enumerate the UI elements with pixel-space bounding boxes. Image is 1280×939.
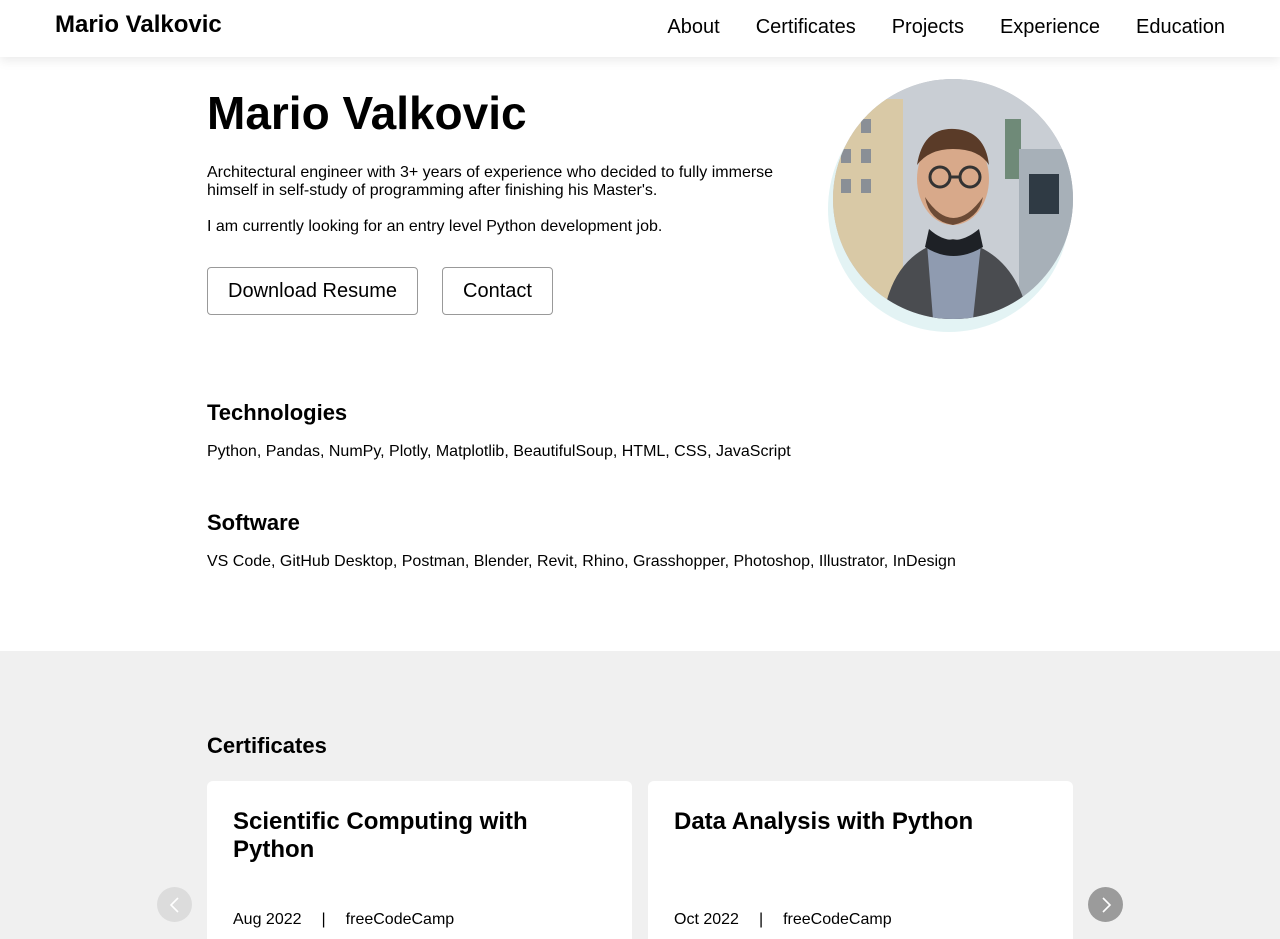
certificate-separator: |	[321, 911, 326, 928]
hero-goal: I am currently looking for an entry leve…	[207, 218, 663, 235]
nav-link-certificates[interactable]: Certificates	[756, 16, 856, 39]
brand-logo[interactable]: Mario Valkovic	[55, 11, 222, 39]
certificate-card[interactable]: Scientific Computing with Python Aug 202…	[207, 781, 632, 939]
nav-link-education[interactable]: Education	[1136, 16, 1225, 39]
chevron-left-icon	[169, 896, 179, 913]
certificate-date: Aug 2022	[233, 911, 302, 928]
nav-link-projects[interactable]: Projects	[892, 16, 964, 39]
certificate-separator: |	[758, 911, 764, 928]
carousel-next-button[interactable]	[1088, 887, 1123, 922]
certificate-title: Data Analysis with Python	[674, 808, 974, 835]
contact-button[interactable]: Contact	[442, 267, 553, 315]
profile-photo-frame	[828, 78, 1074, 332]
profile-photo	[833, 79, 1073, 319]
certificates-section: Certificates Scientific Computing with P…	[0, 651, 1280, 939]
certificate-date: Oct 2022	[674, 911, 739, 928]
hero-intro: Architectural engineer with 3+ years of …	[207, 164, 774, 199]
nav-links: About Certificates Projects Experience E…	[667, 16, 1225, 39]
certificate-card[interactable]: Data Analysis with Python Oct 2022 | fre…	[648, 781, 1073, 939]
download-resume-button[interactable]: Download Resume	[207, 267, 418, 315]
technologies-heading: Technologies	[207, 400, 348, 425]
software-heading: Software	[207, 510, 300, 535]
carousel-prev-button[interactable]	[157, 887, 192, 922]
software-list: VS Code, GitHub Desktop, Postman, Blende…	[207, 553, 956, 570]
certificates-heading: Certificates	[207, 733, 327, 758]
nav-link-about[interactable]: About	[667, 16, 719, 39]
hero-title: Mario Valkovic	[207, 87, 527, 139]
profile-photo-illustration	[833, 79, 1073, 319]
technologies-list: Python, Pandas, NumPy, Plotly, Matplotli…	[207, 443, 791, 460]
certificate-meta: Oct 2022 | freeCodeCamp	[674, 911, 892, 929]
certificate-issuer: freeCodeCamp	[783, 911, 892, 928]
navbar: Mario Valkovic About Certificates Projec…	[0, 0, 1280, 57]
certificate-meta: Aug 2022 | freeCodeCamp	[233, 911, 454, 929]
certificate-title: Scientific Computing with Python	[233, 808, 528, 863]
nav-link-experience[interactable]: Experience	[1000, 16, 1100, 39]
certificate-issuer: freeCodeCamp	[345, 911, 455, 928]
chevron-right-icon	[1101, 896, 1111, 913]
